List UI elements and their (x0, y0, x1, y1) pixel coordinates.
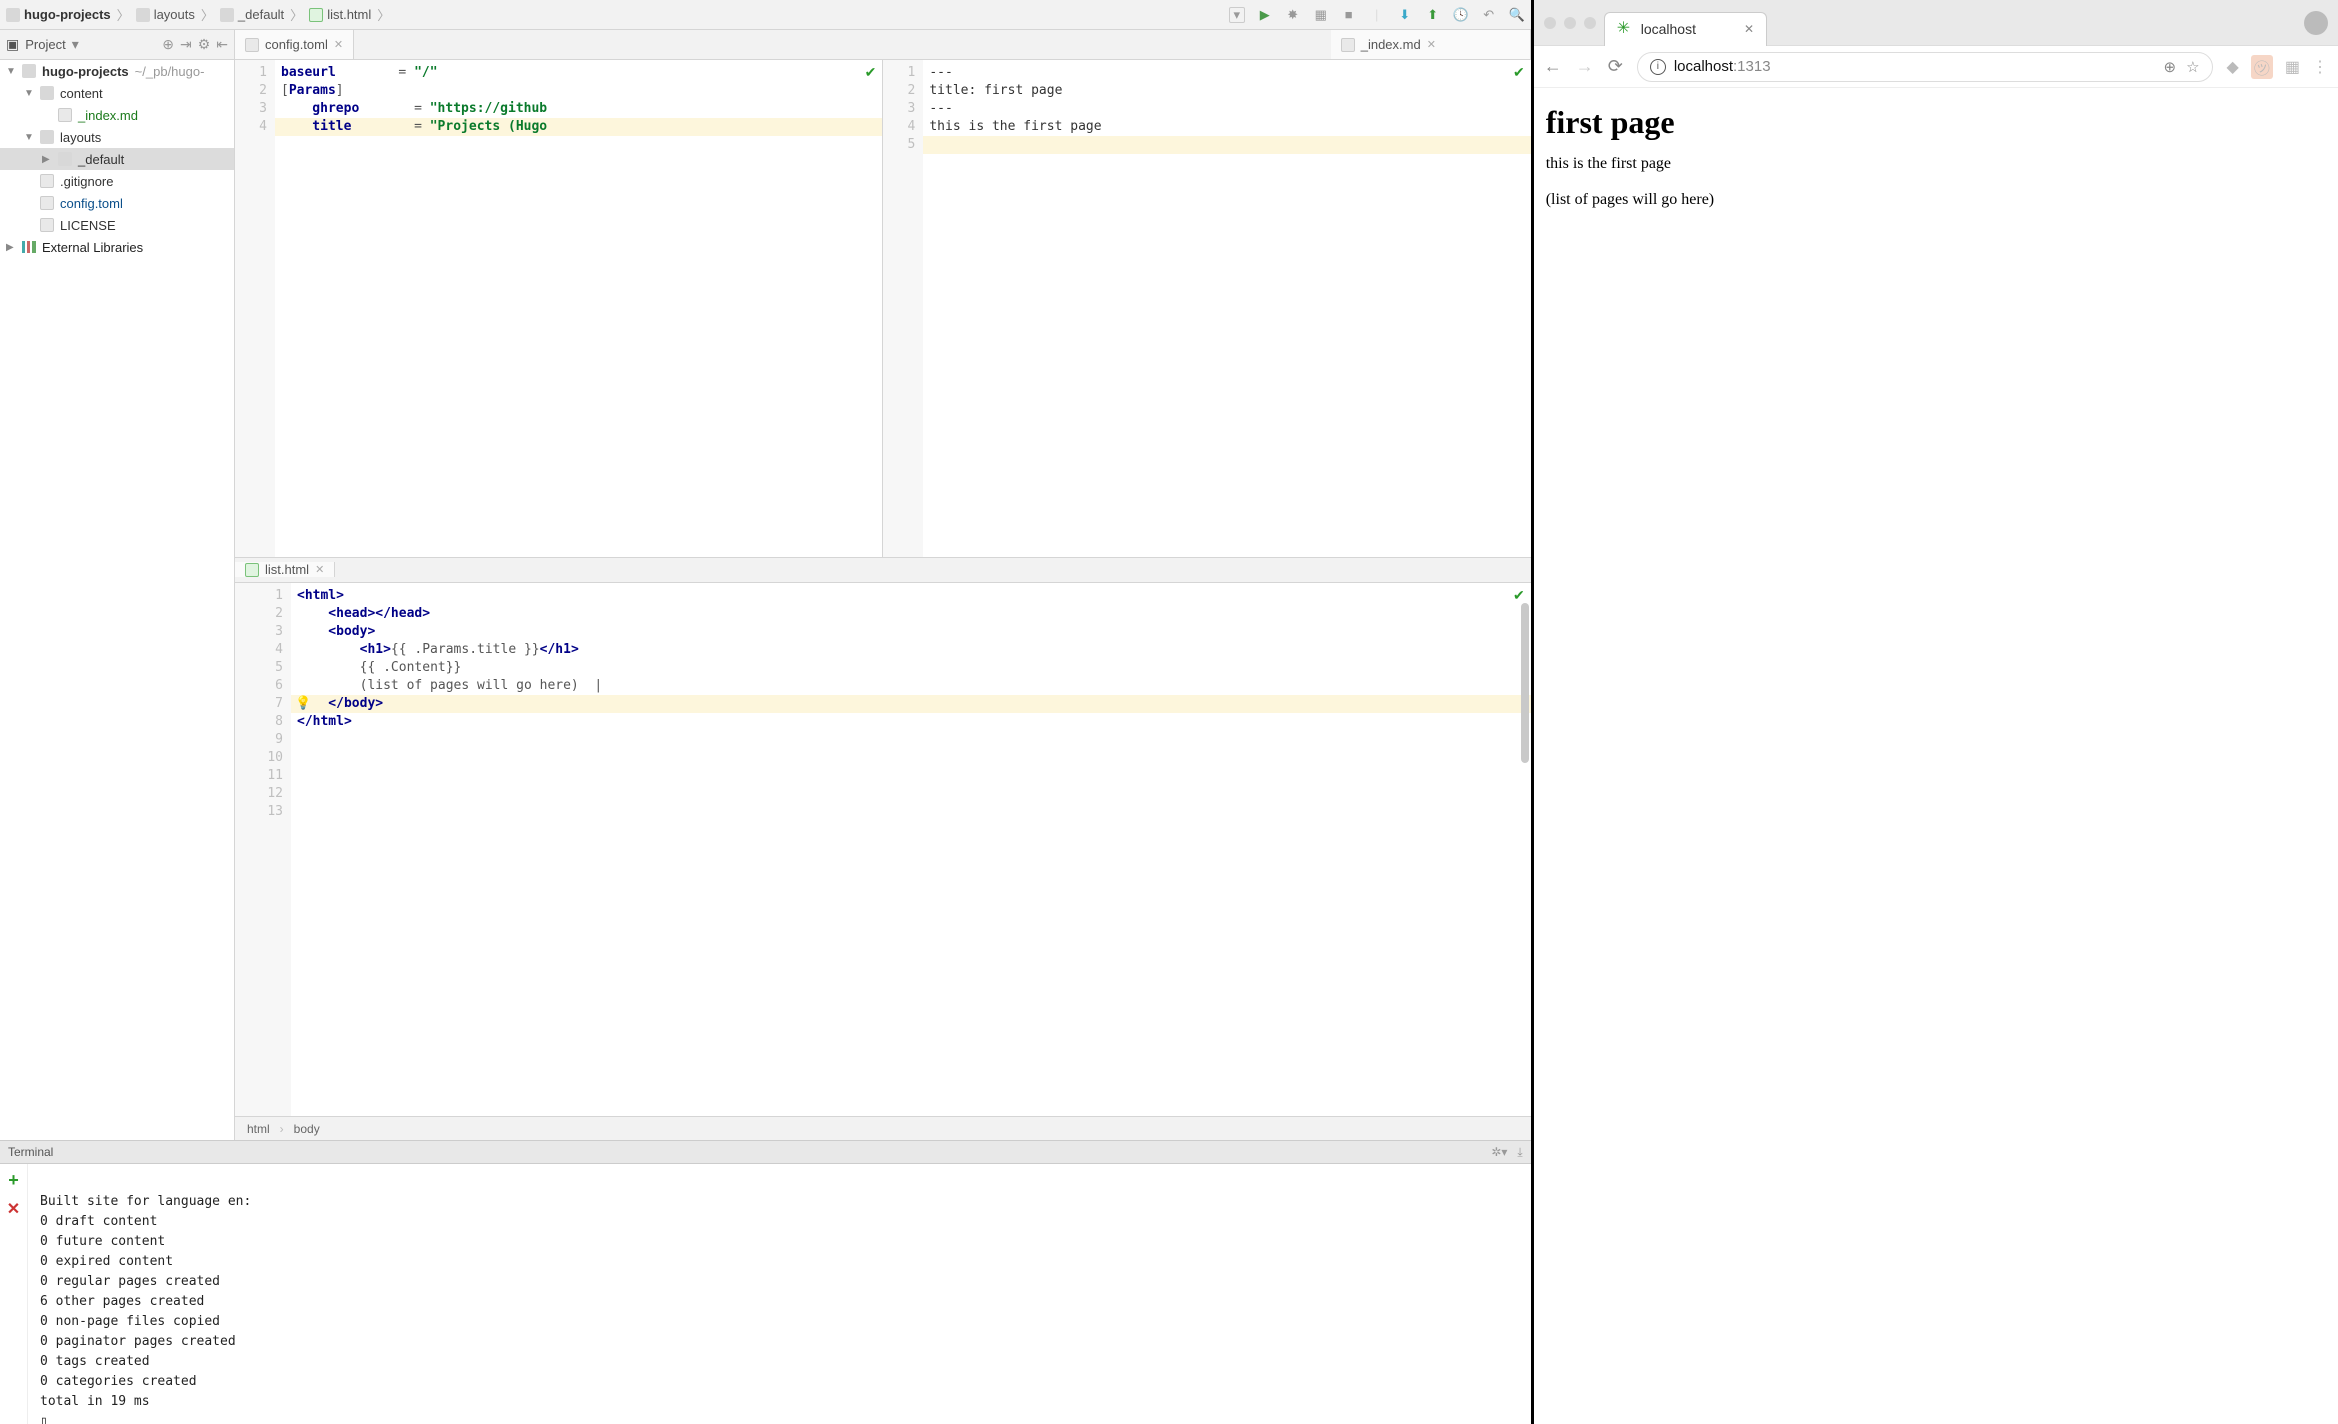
undo-icon[interactable]: ↶ (1481, 7, 1497, 23)
editor-index-md[interactable]: 12345 ---title: first page---this is the… (883, 60, 1530, 557)
browser-toolbar: ← → ⟳ i localhost:1313 ⊕ ☆ ◆ ㋡ ▦ ⋮ (1534, 46, 2338, 88)
template-file-icon (245, 563, 259, 577)
extension-icon[interactable]: ▦ (2285, 57, 2300, 77)
reload-icon[interactable]: ⟳ (1608, 56, 1623, 77)
close-icon[interactable]: ✕ (315, 563, 324, 576)
tab-label: list.html (265, 562, 309, 577)
terminal-header[interactable]: Terminal ✲▾ ⤓ (0, 1140, 1531, 1164)
status-path-item[interactable]: body (294, 1122, 320, 1136)
editor-list-html[interactable]: 12345678910111213 <html> <head></head> <… (235, 583, 1531, 1116)
rendered-page: first page this is the first page (list … (1534, 88, 2338, 235)
gear-icon[interactable]: ✲▾ (1491, 1145, 1507, 1160)
libraries-icon (22, 241, 36, 253)
project-icon: ▣ (6, 36, 19, 53)
tab-label: _index.md (1361, 37, 1421, 52)
tab-title: localhost (1641, 21, 1696, 37)
close-session-icon[interactable]: ✕ (7, 1199, 20, 1219)
editor-breadcrumb: html › body (235, 1116, 1531, 1140)
site-info-icon[interactable]: i (1650, 59, 1666, 75)
coverage-icon[interactable]: ▦ (1313, 7, 1329, 23)
page-paragraph: this is the first page (1546, 155, 2326, 173)
star-icon[interactable]: ☆ (2186, 58, 2199, 76)
page-paragraph: (list of pages will go here) (1546, 191, 2326, 209)
target-icon[interactable]: ⇥ (180, 36, 192, 53)
zoom-icon[interactable]: ⊕ (2164, 58, 2177, 76)
vcs-history-icon[interactable]: 🕓 (1453, 7, 1469, 23)
tree-item-default[interactable]: ▶_default (0, 148, 234, 170)
breadcrumb-item[interactable]: _default (220, 7, 284, 22)
ide-window: hugo-projects〉 layouts〉 _default〉 list.h… (0, 0, 1534, 1424)
breadcrumb-item[interactable]: list.html (309, 7, 371, 22)
project-title: Project (25, 37, 65, 52)
browser-titlebar: ✳ localhost ✕ (1534, 0, 2338, 46)
traffic-light-min[interactable] (1564, 17, 1576, 29)
close-icon[interactable]: ✕ (334, 38, 343, 51)
new-session-icon[interactable]: + (8, 1170, 19, 1191)
stop-icon[interactable]: ■ (1341, 7, 1357, 23)
run-icon[interactable]: ▶ (1257, 7, 1273, 23)
code-area[interactable]: <html> <head></head> <body> <h1>{{ .Para… (291, 583, 1531, 1116)
gutter: 1234 (235, 60, 275, 557)
page-heading: first page (1546, 104, 2326, 141)
search-icon[interactable]: 🔍 (1509, 7, 1525, 23)
breadcrumb-item[interactable]: hugo-projects (6, 7, 111, 22)
vcs-update-icon[interactable]: ⬇ (1397, 7, 1413, 23)
tree-item-content[interactable]: ▼content (0, 82, 234, 104)
gutter: 12345 (883, 60, 923, 557)
project-toolwindow-header[interactable]: ▣ Project ▾ ⊕ ⇥ ⚙ ⇤ (0, 30, 235, 59)
close-icon[interactable]: ✕ (1744, 22, 1754, 36)
download-icon[interactable]: ⤓ (1517, 1145, 1522, 1160)
hide-icon[interactable]: ⇤ (216, 36, 228, 53)
favicon-icon: ✳ (1617, 21, 1633, 37)
terminal-output[interactable]: Built site for language en: 0 draft cont… (28, 1164, 1531, 1424)
tree-root[interactable]: ▼ hugo-projects ~/_pb/hugo- (0, 60, 234, 82)
tab-label: config.toml (265, 37, 328, 52)
gear-icon[interactable]: ⚙ (198, 36, 211, 53)
code-area[interactable]: ---title: first page---this is the first… (923, 60, 1530, 557)
address-bar[interactable]: i localhost:1313 ⊕ ☆ (1637, 52, 2213, 82)
traffic-light-max[interactable] (1584, 17, 1596, 29)
menu-icon[interactable]: ⋮ (2312, 57, 2328, 77)
close-icon[interactable]: ✕ (1427, 38, 1436, 51)
profile-avatar-icon[interactable] (2304, 11, 2328, 35)
code-area[interactable]: baseurl = "/"[Params] ghrepo = "https://… (275, 60, 882, 557)
vcs-commit-icon[interactable]: ⬆ (1425, 7, 1441, 23)
browser-window: ✳ localhost ✕ ← → ⟳ i localhost:1313 ⊕ ☆… (1534, 0, 2338, 1424)
tree-external-libraries[interactable]: ▶External Libraries (0, 236, 234, 258)
browser-tab[interactable]: ✳ localhost ✕ (1604, 12, 1767, 46)
tree-item-license[interactable]: LICENSE (0, 214, 234, 236)
terminal-title: Terminal (8, 1145, 53, 1159)
editor-tab-list-html[interactable]: list.html ✕ (235, 562, 335, 577)
editor-tab-index[interactable]: _index.md ✕ (1331, 30, 1531, 59)
file-icon (1341, 38, 1355, 52)
status-path-item[interactable]: html (247, 1122, 270, 1136)
breadcrumb-bar: hugo-projects〉 layouts〉 _default〉 list.h… (0, 0, 1531, 30)
extension-icon[interactable]: ◆ (2227, 57, 2239, 77)
collapse-icon[interactable]: ⊕ (162, 36, 174, 53)
traffic-light-close[interactable] (1544, 17, 1556, 29)
project-tree[interactable]: ▼ hugo-projects ~/_pb/hugo- ▼content _in… (0, 60, 235, 1140)
forward-icon[interactable]: → (1576, 56, 1594, 77)
back-icon[interactable]: ← (1544, 56, 1562, 77)
editor-config-toml[interactable]: 1234 baseurl = "/"[Params] ghrepo = "htt… (235, 60, 883, 557)
tree-item-layouts[interactable]: ▼layouts (0, 126, 234, 148)
tree-item-index-md[interactable]: _index.md (0, 104, 234, 126)
terminal-panel: + ✕ Built site for language en: 0 draft … (0, 1164, 1531, 1424)
gutter: 12345678910111213 (235, 583, 291, 1116)
run-config-dropdown[interactable]: ▾ (1229, 7, 1245, 23)
file-icon (245, 38, 259, 52)
tree-item-gitignore[interactable]: .gitignore (0, 170, 234, 192)
tree-item-config[interactable]: config.toml (0, 192, 234, 214)
extension-icon[interactable]: ㋡ (2251, 55, 2273, 79)
project-and-tabs-row: ▣ Project ▾ ⊕ ⇥ ⚙ ⇤ config.toml ✕ _index… (0, 30, 1531, 60)
intention-bulb-icon[interactable]: 💡 (295, 695, 311, 711)
breadcrumb-item[interactable]: layouts (136, 7, 195, 22)
editor-tab-config[interactable]: config.toml ✕ (235, 30, 354, 59)
debug-icon[interactable]: ✸ (1285, 7, 1301, 23)
